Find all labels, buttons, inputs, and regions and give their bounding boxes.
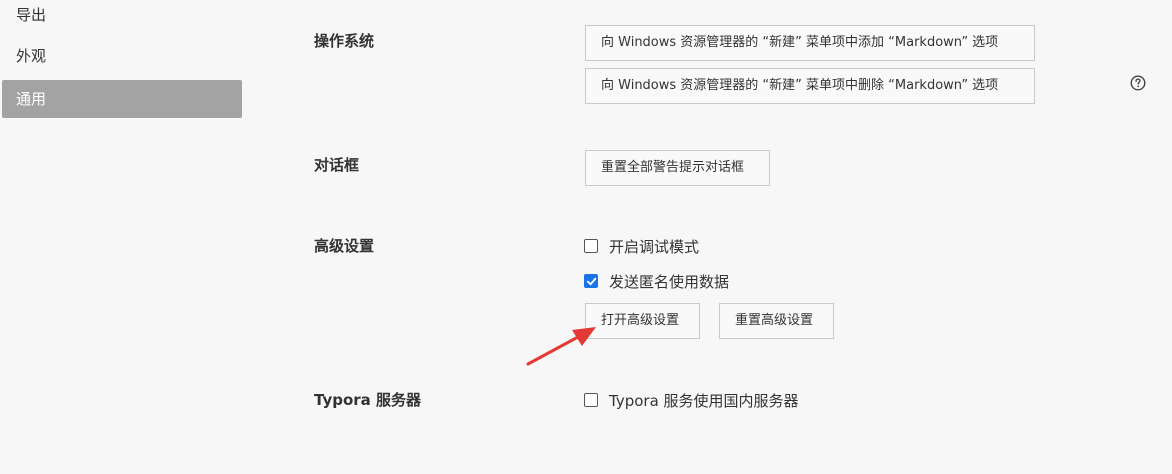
anonymous-data-label: 发送匿名使用数据 [609, 272, 730, 291]
section-label-dialogs: 对话框 [314, 156, 360, 174]
checkmark-icon [586, 277, 596, 285]
debug-mode-checkbox[interactable] [584, 239, 598, 253]
section-label-os: 操作系统 [314, 32, 375, 50]
open-advanced-settings-button[interactable]: 打开高级设置 [585, 303, 700, 339]
red-arrow-annotation [526, 327, 596, 366]
anonymous-data-option[interactable]: 发送匿名使用数据 [584, 271, 729, 291]
add-markdown-to-new-menu-button[interactable]: 向 Windows 资源管理器的 “新建” 菜单项中添加 “Markdown” … [585, 25, 1035, 61]
sidebar-item-general[interactable]: 通用 [2, 80, 242, 118]
settings-sidebar: 导出 外观 通用 [0, 0, 250, 474]
sidebar-item-appearance[interactable]: 外观 [2, 37, 242, 75]
domestic-server-checkbox[interactable] [584, 393, 598, 407]
sidebar-item-export[interactable]: 导出 [2, 0, 242, 34]
reset-warning-dialogs-button[interactable]: 重置全部警告提示对话框 [585, 150, 770, 186]
remove-markdown-from-new-menu-button[interactable]: 向 Windows 资源管理器的 “新建” 菜单项中删除 “Markdown” … [585, 68, 1035, 104]
domestic-server-option[interactable]: Typora 服务使用国内服务器 [584, 390, 799, 410]
debug-mode-label: 开启调试模式 [609, 237, 700, 256]
anonymous-data-checkbox[interactable] [584, 274, 598, 288]
domestic-server-label: Typora 服务使用国内服务器 [609, 391, 799, 410]
question-circle-icon[interactable] [1130, 75, 1146, 91]
debug-mode-option[interactable]: 开启调试模式 [584, 236, 699, 256]
section-label-server: Typora 服务器 [314, 391, 422, 409]
section-label-advanced: 高级设置 [314, 237, 375, 255]
reset-advanced-settings-button[interactable]: 重置高级设置 [719, 303, 834, 339]
